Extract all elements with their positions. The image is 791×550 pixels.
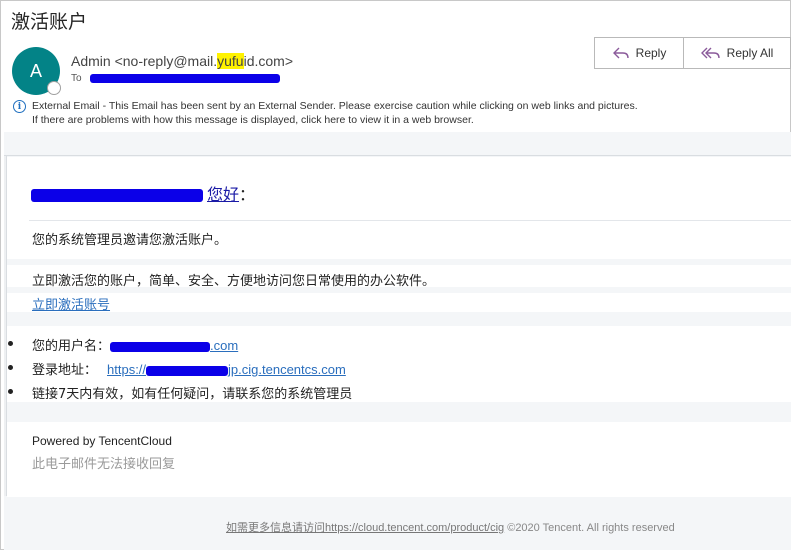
greeting: 您好： bbox=[31, 181, 255, 205]
login-url-prefix[interactable]: https:// bbox=[107, 362, 146, 377]
to-label: To bbox=[71, 73, 82, 84]
email-body: 您好： 您的系统管理员邀请您激活账户。 立即激活您的账户，简单、安全、方便地访问… bbox=[4, 132, 791, 550]
divider bbox=[29, 220, 791, 221]
sender-highlight: yufu bbox=[217, 53, 244, 69]
username-label: 您的用户名： bbox=[32, 339, 111, 354]
presence-indicator bbox=[47, 81, 61, 95]
external-notice-line2[interactable]: If there are problems with how this mess… bbox=[13, 113, 638, 127]
reply-all-icon bbox=[700, 47, 720, 59]
recipient-line[interactable]: To bbox=[71, 73, 281, 84]
footer-link[interactable]: 如需更多信息请访问https://cloud.tencent.com/produ… bbox=[226, 522, 504, 534]
intro-text: 您的系统管理员邀请您激活账户。 bbox=[32, 233, 228, 248]
external-email-notice: i External Email - This Email has been s… bbox=[13, 99, 638, 127]
powered-by: Powered by TencentCloud bbox=[32, 434, 172, 448]
avatar-letter: A bbox=[29, 60, 42, 81]
login-label: 登录地址： bbox=[32, 363, 98, 378]
greeting-colon: ： bbox=[239, 185, 256, 204]
footer: 如需更多信息请访问https://cloud.tencent.com/produ… bbox=[226, 519, 675, 535]
greeting-text[interactable]: 您好 bbox=[207, 185, 239, 204]
reply-all-button[interactable]: Reply All bbox=[684, 38, 790, 68]
sender-line[interactable]: Admin <no-reply@mail.yufuid.com> bbox=[71, 53, 293, 69]
activate-account-link[interactable]: 立即激活账号 bbox=[32, 294, 110, 313]
message-card: 您好： 您的系统管理员邀请您激活账户。 立即激活您的账户，简单、安全、方便地访问… bbox=[7, 157, 791, 497]
sender-prefix: Admin <no-reply@mail. bbox=[71, 53, 218, 69]
email-subject: 激活账户 bbox=[11, 11, 88, 33]
login-url-suffix[interactable]: jp.cig.tencentcs.com bbox=[228, 362, 346, 377]
redacted-username bbox=[110, 341, 211, 352]
copyright: ©2020 Tencent. All rights reserved bbox=[504, 522, 675, 534]
username-suffix[interactable]: .com bbox=[210, 338, 238, 353]
reply-all-label: Reply All bbox=[726, 46, 774, 60]
email-reading-pane: 激活账户 A Admin <no-reply@mail.yufuid.com> … bbox=[0, 0, 791, 550]
reply-icon bbox=[612, 47, 629, 59]
sender-suffix: id.com> bbox=[243, 53, 293, 69]
reply-actions: Reply Reply All bbox=[594, 37, 791, 69]
external-notice-line1: External Email - This Email has been sen… bbox=[32, 100, 638, 112]
info-icon: i bbox=[13, 100, 26, 113]
redacted-name bbox=[31, 189, 203, 202]
validity-text: 链接7天内有效，如有任何疑问，请联系您的系统管理员 bbox=[32, 387, 353, 402]
redacted-recipient bbox=[90, 73, 281, 83]
redacted-login-host bbox=[146, 365, 229, 376]
no-reply-notice: 此电子邮件无法接收回复 bbox=[32, 457, 176, 472]
reply-label: Reply bbox=[635, 46, 667, 60]
reply-button[interactable]: Reply bbox=[595, 38, 684, 68]
